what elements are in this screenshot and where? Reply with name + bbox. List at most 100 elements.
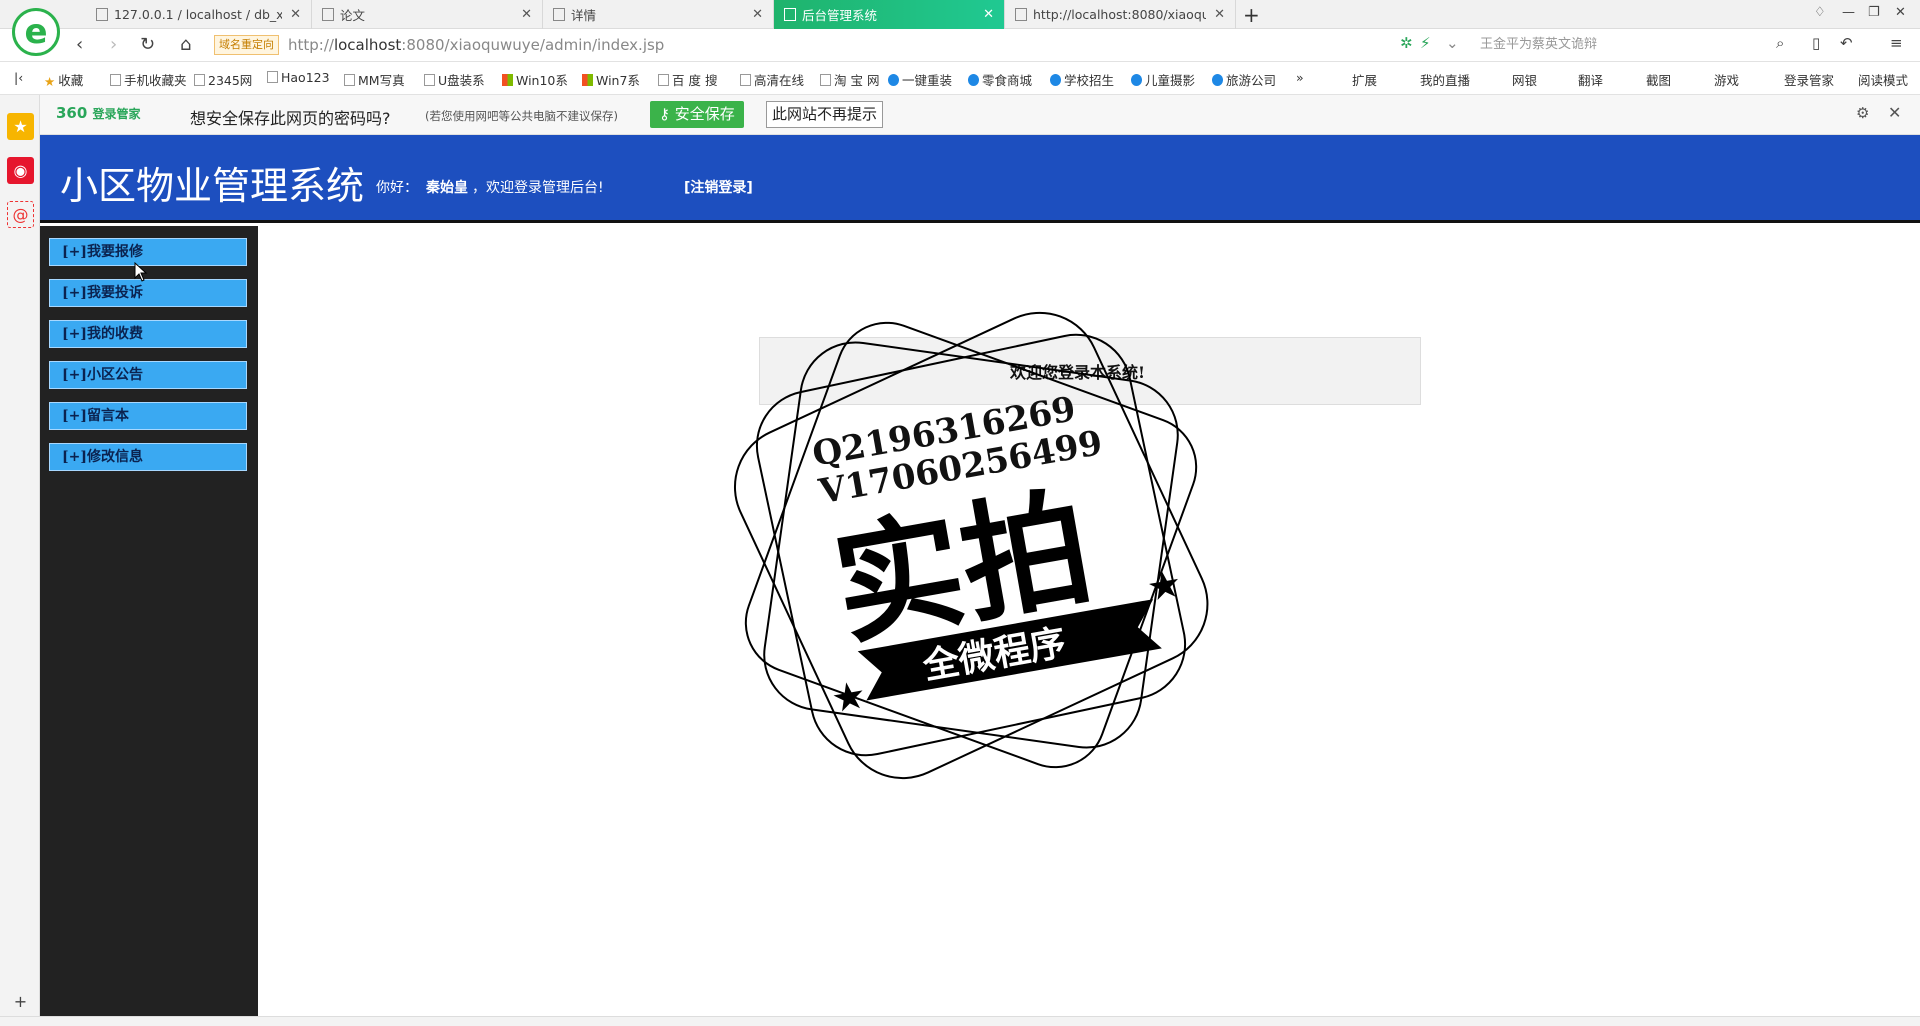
browser-logo-icon[interactable]: e xyxy=(12,8,60,56)
bookmark-item[interactable]: ★ 收藏 xyxy=(44,70,83,89)
page-icon xyxy=(424,74,435,86)
mail-icon[interactable]: @ xyxy=(7,201,34,228)
redirect-badge[interactable]: 域名重定向 xyxy=(214,35,279,55)
tab-xiangqing[interactable]: 详情 ✕ xyxy=(543,0,774,29)
new-tab-icon[interactable]: + xyxy=(1243,3,1260,27)
never-prompt-button[interactable]: 此网站不再提示 xyxy=(766,101,884,128)
tab-phpmyadmin[interactable]: 127.0.0.1 / localhost / db_xiao ✕ xyxy=(86,0,312,29)
toolbar-translate[interactable]: 翻译 xyxy=(1578,70,1603,89)
chevron-down-icon[interactable]: ⌄ xyxy=(1446,34,1459,52)
menu-icon[interactable]: ≡ xyxy=(1890,34,1903,52)
security-icon[interactable]: ✲ xyxy=(1400,34,1413,52)
circle-icon xyxy=(1212,74,1223,86)
reload-icon[interactable]: ↻ xyxy=(140,34,155,55)
bookmark-item[interactable]: 一键重装 xyxy=(888,70,952,89)
bookmark-label: MM写真 xyxy=(358,73,405,88)
bookmark-item[interactable]: 高清在线 xyxy=(740,70,804,89)
sidebar-item-guestbook[interactable]: [+]留言本 xyxy=(49,402,247,430)
sidebar-item-complaint[interactable]: [+]我要投诉 xyxy=(49,279,247,307)
url-prefix: http:// xyxy=(288,36,334,54)
toolbar-games[interactable]: 游戏 xyxy=(1714,70,1739,89)
bookmark-item[interactable]: 2345网 xyxy=(194,70,252,89)
gear-icon[interactable]: ⚙ xyxy=(1856,104,1869,122)
search-input[interactable]: 王金平为蔡英文诡辩 xyxy=(1472,33,1796,57)
circle-icon xyxy=(1131,74,1142,86)
page-icon xyxy=(658,74,669,86)
url-field[interactable]: http://localhost:8080/xiaoquwuye/admin/i… xyxy=(288,36,664,54)
close-icon[interactable]: ✕ xyxy=(1214,7,1225,22)
bookmark-item[interactable]: 儿童摄影 xyxy=(1131,70,1195,89)
bookmark-item[interactable]: 百 度 搜 xyxy=(658,70,717,89)
sidebar-item-repair[interactable]: [+]我要报修 xyxy=(49,238,247,266)
logout-link[interactable]: [注销登录] xyxy=(684,177,753,197)
star-icon: ★ xyxy=(830,675,867,720)
bookmark-label: 手机收藏夹 xyxy=(124,73,187,88)
toolbar-bank[interactable]: 网银 xyxy=(1512,70,1537,89)
bookmark-label: 一键重装 xyxy=(902,73,953,88)
bookmark-item[interactable]: Hao123 xyxy=(267,70,330,85)
close-icon[interactable]: ✕ xyxy=(521,7,532,22)
tab-label: 详情 xyxy=(571,8,597,23)
bookmark-item[interactable]: 手机收藏夹 xyxy=(110,70,187,89)
tab-lunwen[interactable]: 论文 ✕ xyxy=(312,0,543,29)
sidebar-item-fees[interactable]: [+]我的收费 xyxy=(49,320,247,348)
tab-label: 论文 xyxy=(340,8,366,23)
page-header: 小区物业管理系统 你好： 秦始皇 ，欢迎登录管理后台! [注销登录] xyxy=(40,135,1920,223)
brand-sub: 登录管家 xyxy=(92,107,141,121)
weibo-icon[interactable]: ◉ xyxy=(7,157,34,184)
toolbar-reading-mode[interactable]: 阅读模式 xyxy=(1858,70,1908,89)
favorites-icon[interactable]: ★ xyxy=(7,113,34,140)
url-rest: :8080/xiaoquwuye/admin/index.jsp xyxy=(401,36,665,54)
collapse-icon[interactable]: |‹ xyxy=(14,70,23,85)
bookmark-item[interactable]: 淘 宝 网 xyxy=(820,70,879,89)
search-icon[interactable]: ⌕ xyxy=(1776,34,1784,52)
bookmark-item[interactable]: 学校招生 xyxy=(1050,70,1114,89)
accelerate-icon[interactable]: ⚡ xyxy=(1420,34,1431,52)
undo-icon[interactable]: ↶ xyxy=(1840,34,1853,52)
bookmark-item[interactable]: MM写真 xyxy=(344,70,405,89)
sidebar-item-announcements[interactable]: [+]小区公告 xyxy=(49,361,247,389)
key-icon: ⚷ xyxy=(659,105,675,123)
bookmark-item[interactable]: 旅游公司 xyxy=(1212,70,1276,89)
forward-icon[interactable]: › xyxy=(110,34,117,55)
bookmark-label: Win10系 xyxy=(516,73,568,88)
save-label: 安全保存 xyxy=(674,105,735,123)
username: 秦始皇 xyxy=(426,180,468,196)
close-window-icon[interactable]: ✕ xyxy=(1895,5,1906,20)
restore-icon[interactable]: ❐ xyxy=(1868,5,1880,20)
page-icon xyxy=(740,74,751,86)
close-icon[interactable]: ✕ xyxy=(752,7,763,22)
close-icon[interactable]: ✕ xyxy=(983,7,994,22)
sidebar-item-edit-info[interactable]: [+]修改信息 xyxy=(49,443,247,471)
url-host: localhost xyxy=(333,36,402,54)
add-icon[interactable]: + xyxy=(7,988,34,1015)
toolbar-login-manager[interactable]: 登录管家 xyxy=(1784,70,1834,89)
close-icon[interactable]: ✕ xyxy=(290,7,301,22)
phone-icon[interactable]: ▯ xyxy=(1812,34,1820,52)
close-icon[interactable]: ✕ xyxy=(1888,103,1901,122)
tab-admin[interactable]: 后台管理系统 ✕ xyxy=(774,0,1005,29)
toolbar-live[interactable]: 我的直播 xyxy=(1420,70,1470,89)
star-icon: ★ xyxy=(44,74,56,89)
minimize-icon[interactable]: — xyxy=(1842,5,1855,20)
toolbar-screenshot[interactable]: 截图 xyxy=(1646,70,1671,89)
tab-label: 127.0.0.1 / localhost / db_xiao xyxy=(114,7,282,22)
back-icon[interactable]: ‹ xyxy=(76,34,83,55)
bookmark-item[interactable]: U盘装系 xyxy=(424,70,485,89)
windows-icon xyxy=(582,74,593,86)
bookmark-item[interactable]: Win7系 xyxy=(582,70,640,89)
page-icon xyxy=(322,8,334,21)
skin-icon[interactable]: ♢ xyxy=(1814,5,1826,20)
bookmark-item[interactable]: 零食商城 xyxy=(968,70,1032,89)
tab-bar: 127.0.0.1 / localhost / db_xiao ✕ 论文 ✕ 详… xyxy=(0,0,1920,29)
page-icon xyxy=(194,74,205,86)
save-password-button[interactable]: ⚷ 安全保存 xyxy=(650,101,744,128)
more-bookmarks-icon[interactable]: » xyxy=(1296,70,1304,85)
bookmark-item[interactable]: Win10系 xyxy=(502,70,568,89)
home-icon[interactable]: ⌂ xyxy=(180,34,191,55)
greeting-suffix: ，欢迎登录管理后台! xyxy=(472,180,604,196)
page-title: 小区物业管理系统 xyxy=(60,164,365,208)
bookmark-label: 旅游公司 xyxy=(1226,73,1277,88)
tab-localhost[interactable]: http://localhost:8080/xiaoquwuye/ ✕ xyxy=(1005,0,1236,29)
toolbar-extension[interactable]: 扩展 xyxy=(1352,70,1377,89)
